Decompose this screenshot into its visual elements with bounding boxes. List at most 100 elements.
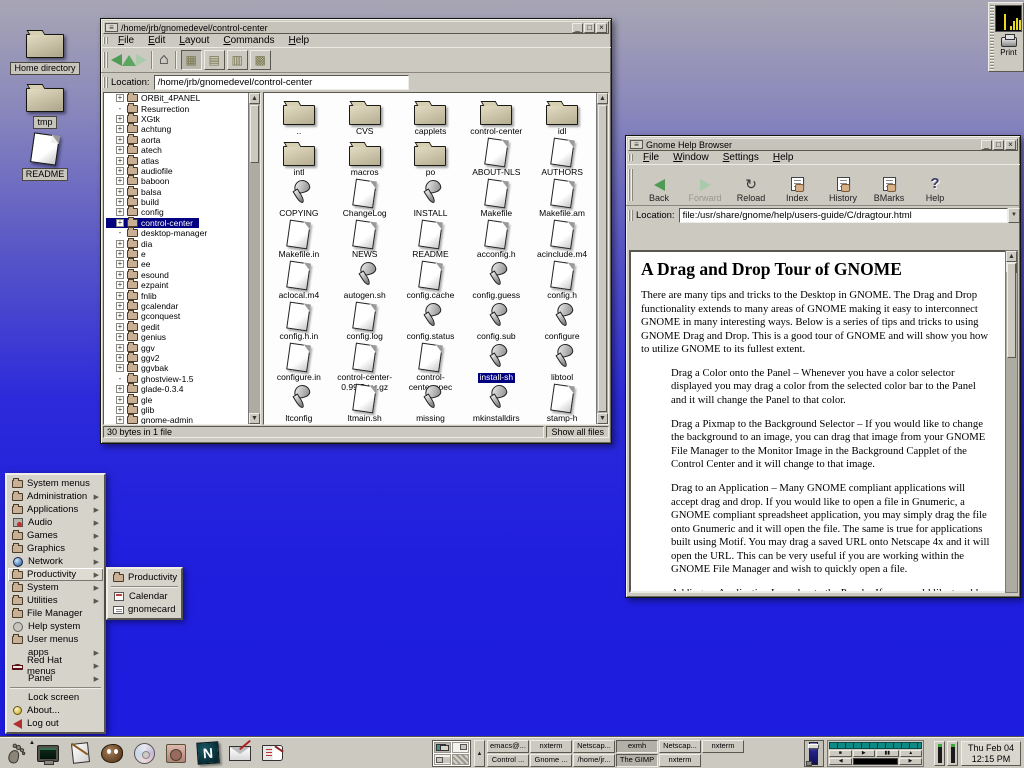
file-config.h.in[interactable]: config.h.in: [266, 301, 332, 342]
file-capplets[interactable]: capplets: [398, 96, 464, 137]
file-ltmain.sh[interactable]: ltmain.sh: [332, 383, 398, 424]
file-stamp-h[interactable]: stamp-h: [529, 383, 595, 424]
hb-titlebar[interactable]: ≡ Gnome Help Browser _ □ ×: [628, 138, 1018, 151]
menu-help[interactable]: Help: [282, 34, 317, 47]
minimize-icon[interactable]: _: [981, 140, 992, 150]
corner-panel-grip[interactable]: [990, 4, 994, 70]
pager-desk-4[interactable]: [452, 754, 469, 765]
file-config.guess[interactable]: config.guess: [463, 260, 529, 301]
expander-plus-icon[interactable]: +: [116, 208, 124, 216]
terminal-launcher[interactable]: [35, 740, 61, 766]
task-button[interactable]: nxterm: [659, 754, 701, 767]
menubar-grip[interactable]: [103, 37, 109, 44]
cd-next-icon[interactable]: ▶: [899, 758, 922, 765]
notepad-launcher[interactable]: [67, 740, 93, 766]
file-po[interactable]: po: [398, 137, 464, 178]
locationbar-grip[interactable]: [103, 77, 109, 88]
menu-item-help-system[interactable]: Help system: [8, 620, 103, 633]
menu-item-red-hat-menus[interactable]: Red Hat menus ▶: [8, 659, 103, 672]
expander-plus-icon[interactable]: +: [116, 333, 124, 341]
file-COPYING[interactable]: COPYING: [266, 178, 332, 219]
expander-plus-icon[interactable]: +: [116, 115, 124, 123]
cd-prev-icon[interactable]: ◀: [829, 758, 852, 765]
menu-item-log-out[interactable]: Log out: [8, 717, 103, 730]
file-config.sub[interactable]: config.sub: [463, 301, 529, 342]
desktop-icon-tmp[interactable]: tmp: [7, 82, 83, 129]
tree-item-gnome-admin[interactable]: + gnome-admin: [106, 415, 248, 424]
location-input[interactable]: /home/jrb/gnomedevel/control-center: [154, 75, 409, 90]
task-button[interactable]: The GIMP: [616, 754, 658, 767]
close-icon[interactable]: ×: [1005, 140, 1016, 150]
task-button[interactable]: nxterm: [702, 740, 744, 753]
close-icon[interactable]: ×: [596, 23, 607, 33]
cd-play-icon[interactable]: ▶: [853, 750, 876, 757]
task-button[interactable]: /home/jr...: [573, 754, 615, 767]
file-config.cache[interactable]: config.cache: [398, 260, 464, 301]
expander-plus-icon[interactable]: +: [116, 344, 124, 352]
mail-launcher[interactable]: [227, 740, 253, 766]
location-dropdown-icon[interactable]: ▼: [1008, 208, 1020, 223]
file-acconfig.h[interactable]: acconfig.h: [463, 219, 529, 260]
expander-plus-icon[interactable]: +: [116, 396, 124, 404]
volume-applet[interactable]: [804, 740, 824, 767]
custom-view-icon[interactable]: ▩: [250, 50, 271, 70]
scroll-up-icon[interactable]: ▲: [597, 93, 608, 104]
task-button[interactable]: Gnome ...: [530, 754, 572, 767]
pager-desk-3[interactable]: [434, 754, 451, 765]
file-aclocal.m4[interactable]: aclocal.m4: [266, 260, 332, 301]
file-Makefile.in[interactable]: Makefile.in: [266, 219, 332, 260]
file-README[interactable]: README: [398, 219, 464, 260]
file-missing[interactable]: missing: [398, 383, 464, 424]
fm-titlebar[interactable]: ≡ /home/jrb/gnomedevel/control-center _ …: [103, 21, 609, 34]
file-INSTALL[interactable]: INSTALL: [398, 178, 464, 219]
menu-item-calendar[interactable]: Calendar: [109, 590, 180, 603]
tree-item-control-center[interactable]: + control-center: [106, 218, 199, 228]
file-idl[interactable]: idl: [529, 96, 595, 137]
toolbar-grip[interactable]: [628, 169, 634, 201]
tree-scrollbar[interactable]: ▲ ▼: [248, 93, 260, 424]
scrollbar-thumb[interactable]: [598, 105, 607, 412]
expander-plus-icon[interactable]: +: [116, 177, 124, 185]
menu-item-system[interactable]: System ▶: [8, 581, 103, 594]
menu-layout[interactable]: Layout: [172, 34, 216, 47]
window-menu-icon[interactable]: ≡: [105, 23, 118, 32]
menu-settings[interactable]: Settings: [716, 151, 766, 164]
expander-plus-icon[interactable]: +: [116, 250, 124, 258]
home-icon[interactable]: ⌂: [159, 52, 169, 68]
scroll-up-icon[interactable]: ▲: [249, 93, 260, 104]
help-scrollbar[interactable]: ▲ ▼: [1005, 250, 1018, 593]
expander-plus-icon[interactable]: +: [116, 385, 124, 393]
help-button[interactable]: ?Help: [912, 167, 958, 203]
location-input[interactable]: file:/usr/share/gnome/help/users-guide/C…: [679, 208, 1008, 223]
file-control-center-0.99.5.tar.gz[interactable]: control-center-0.99.5.tar.gz: [332, 342, 398, 383]
expander-plus-icon[interactable]: +: [116, 281, 124, 289]
expander-plus-icon[interactable]: +: [116, 260, 124, 268]
back-icon[interactable]: [111, 54, 122, 66]
pager-desk-2[interactable]: [452, 742, 469, 753]
expander-plus-icon[interactable]: +: [116, 354, 124, 362]
task-button[interactable]: emacs@...: [487, 740, 529, 753]
file-ltconfig[interactable]: ltconfig: [266, 383, 332, 424]
expander-plus-icon[interactable]: +: [116, 364, 124, 372]
cd-stop-icon[interactable]: ■: [829, 750, 852, 757]
bmarks-button[interactable]: BMarks: [866, 167, 912, 203]
file-autogen.sh[interactable]: autogen.sh: [332, 260, 398, 301]
grid-scrollbar[interactable]: ▲ ▼: [596, 93, 608, 424]
status-led-applet[interactable]: [934, 741, 945, 766]
expander-plus-icon[interactable]: +: [116, 157, 124, 165]
brief-view-icon[interactable]: ▤: [204, 50, 225, 70]
scrollbar-thumb[interactable]: [1007, 263, 1016, 358]
menu-edit[interactable]: Edit: [141, 34, 172, 47]
menu-item-applications[interactable]: Applications ▶: [8, 503, 103, 516]
menu-item-games[interactable]: Games ▶: [8, 529, 103, 542]
expander-plus-icon[interactable]: +: [116, 312, 124, 320]
up-icon[interactable]: [122, 55, 136, 66]
menu-item-file-manager[interactable]: File Manager: [8, 607, 103, 620]
menu-item-productivity[interactable]: Productivity: [109, 571, 180, 584]
file-configure[interactable]: configure: [529, 301, 595, 342]
expander-plus-icon[interactable]: +: [116, 125, 124, 133]
scroll-down-icon[interactable]: ▼: [597, 413, 608, 424]
menu-help[interactable]: Help: [766, 151, 801, 164]
tasklist-arrow-button[interactable]: ▲: [474, 740, 485, 767]
expander-plus-icon[interactable]: +: [116, 167, 124, 175]
